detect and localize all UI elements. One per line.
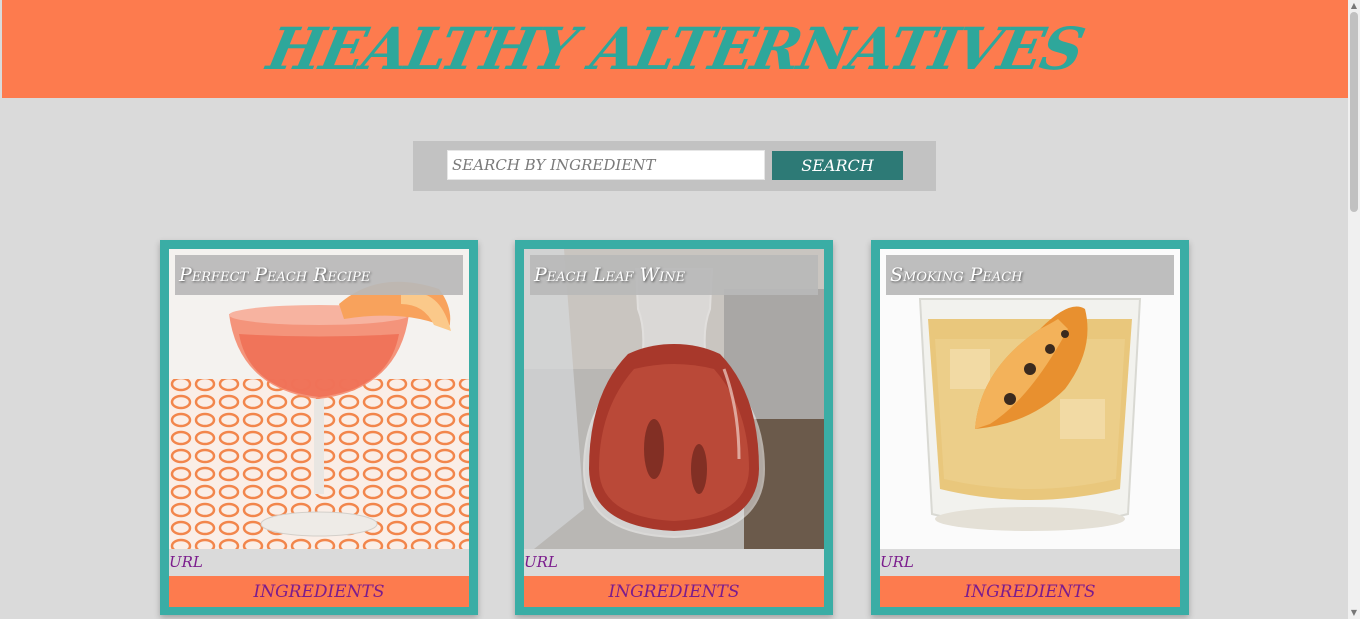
scroll-down-arrow-icon[interactable]: ▼ bbox=[1348, 607, 1360, 619]
recipe-card: Perfect Peach Recipe URL INGREDIENTS bbox=[160, 240, 478, 615]
recipe-card-body: Perfect Peach Recipe URL INGREDIENTS bbox=[169, 249, 469, 607]
recipe-card: Smoking Peach URL INGREDIENTS bbox=[871, 240, 1189, 615]
recipe-title-bar: Peach Leaf Wine bbox=[530, 255, 818, 295]
recipe-card-body: Peach Leaf Wine URL INGREDIENTS bbox=[524, 249, 824, 607]
ingredients-button[interactable]: INGREDIENTS bbox=[524, 576, 824, 607]
recipe-title: Peach Leaf Wine bbox=[534, 264, 686, 286]
recipe-image-smoking-peach[interactable]: Smoking Peach bbox=[880, 249, 1180, 549]
page-scrollbar[interactable]: ▲ ▼ bbox=[1348, 0, 1360, 619]
recipe-title-bar: Smoking Peach bbox=[886, 255, 1174, 295]
scroll-thumb[interactable] bbox=[1350, 12, 1358, 212]
site-title: HEALTHY ALTERNATIVES bbox=[261, 15, 1089, 83]
recipe-image-peach-leaf-wine[interactable]: Peach Leaf Wine bbox=[524, 249, 824, 549]
recipe-url-link[interactable]: URL bbox=[524, 553, 558, 571]
recipe-title: Perfect Peach Recipe bbox=[179, 264, 371, 286]
site-header: HEALTHY ALTERNATIVES bbox=[2, 0, 1348, 98]
ingredients-button[interactable]: INGREDIENTS bbox=[880, 576, 1180, 607]
recipe-url-link[interactable]: URL bbox=[880, 553, 914, 571]
recipe-title-bar: Perfect Peach Recipe bbox=[175, 255, 463, 295]
recipe-card: Peach Leaf Wine URL INGREDIENTS bbox=[515, 240, 833, 615]
recipe-image-peach-cocktail[interactable]: Perfect Peach Recipe bbox=[169, 249, 469, 549]
search-panel: SEARCH bbox=[413, 141, 936, 191]
scroll-up-arrow-icon[interactable]: ▲ bbox=[1348, 0, 1360, 12]
search-input[interactable] bbox=[447, 150, 765, 180]
recipe-card-body: Smoking Peach URL INGREDIENTS bbox=[880, 249, 1180, 607]
search-button[interactable]: SEARCH bbox=[772, 151, 903, 180]
recipe-title: Smoking Peach bbox=[890, 264, 1023, 286]
recipe-url-link[interactable]: URL bbox=[169, 553, 203, 571]
ingredients-button[interactable]: INGREDIENTS bbox=[169, 576, 469, 607]
